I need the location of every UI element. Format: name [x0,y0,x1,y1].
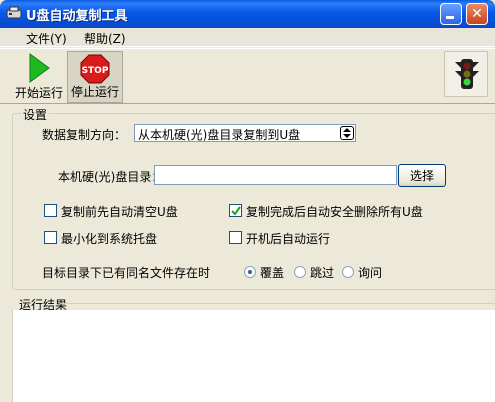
direction-label: 数据复制方向： [42,128,127,142]
menu-file[interactable]: 文件(Y) [26,30,67,47]
menu-bar: 文件(Y) 帮助(Z) [0,28,495,47]
direction-select[interactable]: 从本机硬(光)盘目录复制到U盘 [134,124,356,142]
close-button[interactable]: ✕ [466,3,488,25]
close-icon: ✕ [471,6,483,22]
app-window: U盘自动复制工具 ✕ 文件(Y) 帮助(Z) 开始运行 STOP 停止运行 设置… [0,0,495,402]
directory-label: 本机硬(光)盘目录： [58,170,164,184]
radio-circle[interactable] [244,266,256,278]
radio-ask-label: 询问 [358,266,383,280]
autostart-label: 开机后自动运行 [246,232,331,246]
settings-group-label: 设置 [21,106,50,123]
results-textarea[interactable] [12,310,495,402]
stop-label: 停止运行 [70,85,119,99]
checkmark-icon [231,206,241,216]
start-button[interactable]: 开始运行 [11,51,67,103]
directory-input[interactable] [154,165,397,185]
status-light-button[interactable] [444,51,488,97]
checkbox-box[interactable] [229,231,242,244]
direction-select-value: 从本机硬(光)盘目录复制到U盘 [138,128,301,142]
choose-button[interactable]: 选择 [398,164,446,187]
play-icon [28,53,50,86]
radio-dot [248,270,252,274]
menu-help[interactable]: 帮助(Z) [84,30,126,47]
radio-overwrite-label: 覆盖 [260,266,285,280]
start-label: 开始运行 [14,86,63,100]
title-bar[interactable]: U盘自动复制工具 ✕ [0,0,495,28]
checkbox-box[interactable] [229,204,242,217]
minimize-icon [446,16,454,19]
checkbox-box[interactable] [44,204,57,217]
usb-drive-icon [6,6,22,20]
radio-circle[interactable] [294,266,306,278]
stop-icon-text: STOP [82,66,109,76]
clear-usb-label: 复制前先自动清空U盘 [61,205,178,219]
checkbox-box[interactable] [44,231,57,244]
conflict-label: 目标目录下已有同名文件存在时 [42,266,211,280]
toolbar: 开始运行 STOP 停止运行 [0,48,495,104]
radio-circle[interactable] [342,266,354,278]
stop-button[interactable]: STOP 停止运行 [67,51,123,103]
minimize-button[interactable] [440,3,462,25]
window-title: U盘自动复制工具 [26,9,128,24]
results-divider [60,303,495,304]
spin-updown-icon[interactable] [340,126,354,140]
safe-remove-label: 复制完成后自动安全删除所有U盘 [246,205,423,219]
radio-skip-label: 跳过 [310,266,335,280]
minimize-tray-label: 最小化到系统托盘 [61,232,158,246]
